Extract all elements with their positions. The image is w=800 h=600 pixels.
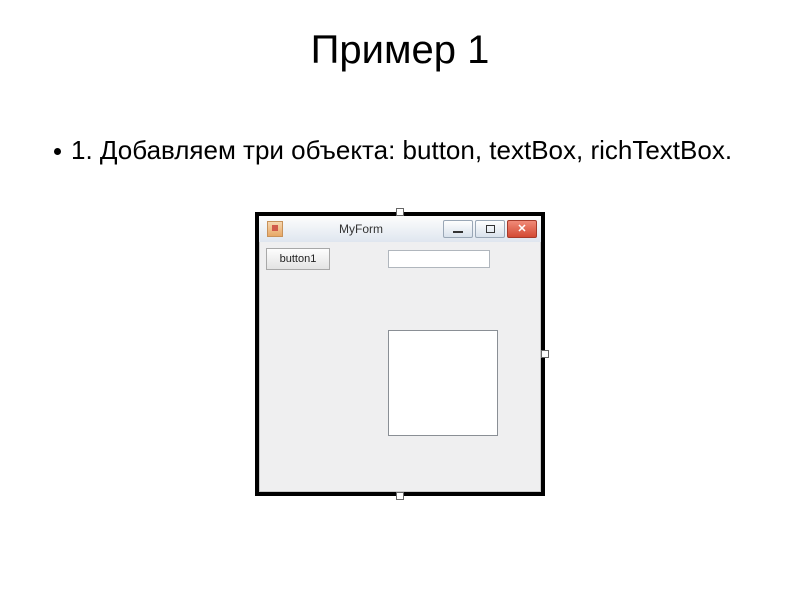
form-window: MyForm ✕ button1	[259, 216, 541, 492]
window-buttons: ✕	[443, 220, 537, 238]
bullet-item: 1. Добавляем три объекта: button, textBo…	[54, 134, 746, 167]
maximize-icon	[486, 225, 495, 233]
minimize-button[interactable]	[443, 220, 473, 238]
close-icon: ✕	[517, 224, 526, 235]
app-icon	[267, 221, 283, 237]
form-client-area: button1	[259, 242, 541, 492]
close-button[interactable]: ✕	[507, 220, 537, 238]
richtextbox-input[interactable]	[388, 330, 498, 436]
window-titlebar: MyForm ✕	[259, 216, 541, 243]
maximize-button[interactable]	[475, 220, 505, 238]
textbox-input[interactable]	[388, 250, 490, 268]
selection-handle-icon	[542, 351, 548, 357]
embedded-screenshot: MyForm ✕ button1	[255, 212, 545, 496]
slide-title: Пример 1	[0, 28, 800, 73]
bullet-icon	[54, 148, 61, 155]
selection-handle-icon	[397, 493, 403, 499]
button1[interactable]: button1	[266, 248, 330, 270]
slide: Пример 1 1. Добавляем три объекта: butto…	[0, 0, 800, 600]
minimize-icon	[453, 231, 463, 233]
bullet-text: 1. Добавляем три объекта: button, textBo…	[71, 134, 732, 167]
window-title: MyForm	[283, 222, 443, 236]
selection-handle-icon	[397, 209, 403, 215]
